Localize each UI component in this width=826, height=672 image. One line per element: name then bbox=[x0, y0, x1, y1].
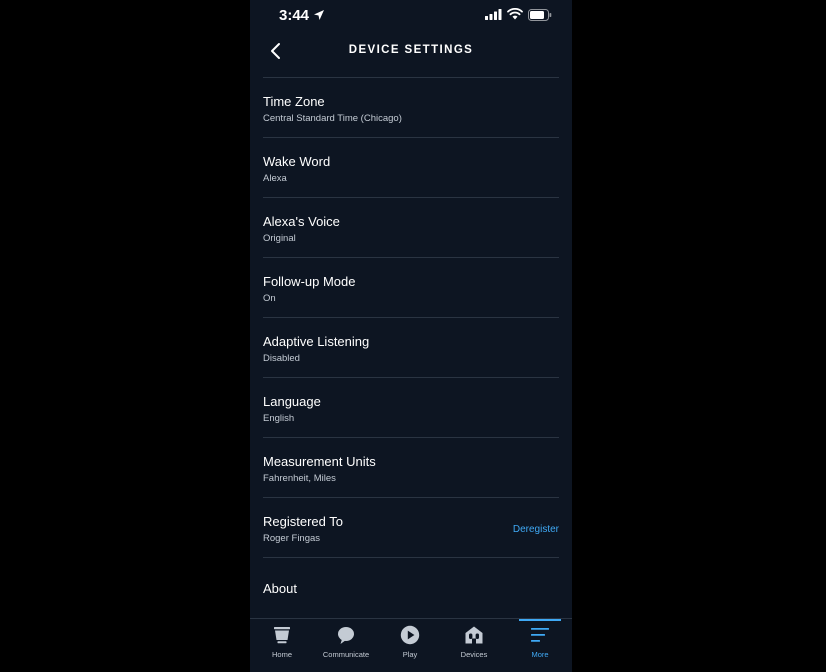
setting-title: Wake Word bbox=[263, 154, 331, 169]
devices-icon bbox=[465, 626, 483, 644]
setting-title: Registered To bbox=[263, 514, 343, 529]
tab-play[interactable]: Play bbox=[378, 619, 442, 672]
status-time: 3:44 bbox=[279, 7, 310, 24]
setting-value: Roger Fingas bbox=[263, 533, 321, 544]
tab-label: Devices bbox=[460, 650, 488, 659]
setting-alexas-voice[interactable]: Alexa's Voice Original bbox=[263, 198, 559, 258]
tab-label: Communicate bbox=[322, 650, 370, 659]
bottom-tab-bar: Home Communicate Play Devices More bbox=[250, 618, 572, 672]
setting-value: Fahrenheit, Miles bbox=[263, 473, 336, 484]
setting-title: Time Zone bbox=[263, 94, 325, 109]
page-title: DEVICE SETTINGS bbox=[348, 44, 474, 56]
tab-label: Play bbox=[402, 650, 418, 659]
active-tab-indicator bbox=[519, 619, 561, 621]
setting-title: Adaptive Listening bbox=[263, 334, 370, 349]
setting-title: Measurement Units bbox=[263, 454, 376, 469]
location-arrow-icon bbox=[314, 10, 324, 20]
setting-adaptive-listening[interactable]: Adaptive Listening Disabled bbox=[263, 318, 559, 378]
cellular-signal-icon bbox=[485, 9, 502, 20]
status-bar: 3:44 bbox=[250, 0, 572, 30]
tab-devices[interactable]: Devices bbox=[442, 619, 506, 672]
setting-title: Language bbox=[263, 394, 321, 409]
tab-label: More bbox=[531, 650, 549, 659]
setting-value: Disabled bbox=[263, 353, 300, 364]
menu-icon bbox=[531, 628, 549, 642]
play-icon bbox=[400, 625, 420, 645]
setting-title: Alexa's Voice bbox=[263, 214, 340, 229]
setting-title: Follow-up Mode bbox=[263, 274, 356, 289]
deregister-link[interactable]: Deregister bbox=[513, 524, 559, 535]
tab-communicate[interactable]: Communicate bbox=[314, 619, 378, 672]
tab-home[interactable]: Home bbox=[250, 619, 314, 672]
nav-header: DEVICE SETTINGS bbox=[250, 30, 572, 72]
setting-value: Central Standard Time (Chicago) bbox=[263, 113, 402, 124]
setting-value: On bbox=[263, 293, 276, 304]
tab-more[interactable]: More bbox=[508, 619, 572, 672]
setting-value: Original bbox=[263, 233, 296, 244]
setting-time-zone[interactable]: Time Zone Central Standard Time (Chicago… bbox=[263, 78, 559, 138]
setting-title: About bbox=[263, 581, 297, 596]
tab-label: Home bbox=[271, 650, 292, 659]
home-icon bbox=[274, 627, 290, 644]
setting-value: English bbox=[263, 413, 295, 424]
battery-icon bbox=[528, 9, 552, 21]
setting-wake-word[interactable]: Wake Word Alexa bbox=[263, 138, 559, 198]
chat-bubble-icon bbox=[338, 627, 354, 644]
setting-registered-to: Registered To Roger Fingas Deregister bbox=[263, 498, 559, 558]
setting-value: Alexa bbox=[263, 173, 287, 184]
setting-about[interactable]: About bbox=[263, 558, 559, 616]
phone-screen: 3:44 DEVICE SETTINGS Time Zone Central S… bbox=[250, 0, 572, 672]
setting-language[interactable]: Language English bbox=[263, 378, 559, 438]
settings-list: Time Zone Central Standard Time (Chicago… bbox=[263, 77, 559, 616]
setting-follow-up-mode[interactable]: Follow-up Mode On bbox=[263, 258, 559, 318]
setting-measurement-units[interactable]: Measurement Units Fahrenheit, Miles bbox=[263, 438, 559, 498]
wifi-icon bbox=[507, 8, 523, 20]
